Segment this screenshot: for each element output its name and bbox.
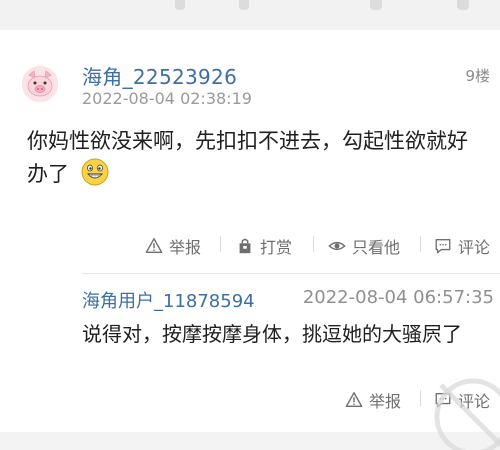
reward-label: 打赏 [260,238,293,257]
warning-icon [345,392,363,408]
only-author-button[interactable]: 只看他 [328,234,400,258]
avatar[interactable] [22,66,58,102]
comment-card: 海角_22523926 9楼 2022-08-04 02:38:19 你妈性欲没… [0,30,500,450]
floor-number: 9楼 [465,67,490,85]
eye-icon [328,241,346,251]
reply-divider [82,273,500,274]
warning-icon [145,238,163,254]
action-divider [313,236,314,252]
action-divider [420,236,421,252]
reply-comment-button[interactable]: 评论 [434,388,490,412]
reply-body: 说得对，按摩按摩身体，挑逗她的大骚屄了 [82,322,462,346]
report-button[interactable]: 举报 [145,234,201,258]
reply-timestamp: 2022-08-04 06:57:35 [302,287,494,308]
comment-actions: 举报 打赏 只看他 评论 [0,234,500,258]
comment-body: 你妈性欲没来啊，先扣扣不进去，勾起性欲就好办了 [27,125,477,191]
grinning-face-emoji-icon [80,157,110,187]
chat-bubble-icon [435,239,451,254]
pig-avatar-icon [22,66,58,102]
chat-bubble-icon [435,393,451,408]
action-divider [220,236,221,252]
reply-report-button[interactable]: 举报 [345,388,401,412]
top-separator [0,0,500,30]
comment-timestamp: 2022-08-04 02:38:19 [82,89,252,108]
bottom-separator [0,432,500,450]
top-separator-mark [175,0,185,10]
reply-username[interactable]: 海角用户_11878594 [82,287,255,313]
comment-label: 评论 [458,238,491,257]
comment-button[interactable]: 评论 [434,234,490,258]
gift-bag-icon [239,238,251,254]
reward-button[interactable]: 打赏 [236,234,292,258]
comment-username[interactable]: 海角_22523926 [82,61,237,90]
reply-report-label: 举报 [369,392,402,411]
top-separator-mark [370,0,382,10]
report-label: 举报 [169,238,202,257]
top-separator-mark [239,0,249,10]
reply-actions: 举报 评论 [0,388,500,412]
top-separator-mark [457,0,469,10]
only-author-label: 只看他 [352,238,401,257]
reply-comment-label: 评论 [458,392,491,411]
action-divider [420,390,421,406]
